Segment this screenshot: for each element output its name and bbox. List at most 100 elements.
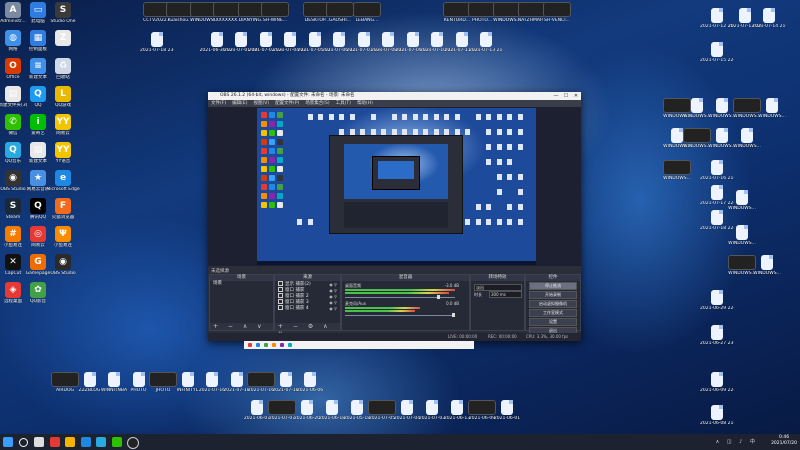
stop-streaming-button[interactable]: 停止推流	[529, 282, 577, 290]
preview-canvas[interactable]	[208, 107, 581, 266]
menu-file[interactable]: 文件(F)	[211, 100, 226, 107]
menu-help[interactable]: 帮助(H)	[357, 100, 373, 107]
taskbar-start-icon[interactable]	[3, 437, 13, 447]
desktop-icon-edge[interactable]: e Microsoft Edge	[46, 170, 80, 192]
maximize-button[interactable]: ☐	[561, 92, 571, 100]
desktop-file-item[interactable]: 2021-07-16 21-44-33...	[700, 160, 734, 181]
desktop-file-item[interactable]: WINDOWS...	[660, 160, 694, 181]
app-icon[interactable]	[272, 343, 276, 347]
source-checkbox[interactable]	[278, 281, 283, 286]
desktop-file-item[interactable]: WINDOWS...	[755, 98, 789, 119]
desktop-icon-yy[interactable]: YY 网易云	[46, 114, 80, 136]
preview-file-icon	[476, 204, 481, 210]
volume-slider-knob[interactable]	[437, 295, 440, 299]
taskbar-edge-icon[interactable]	[81, 437, 91, 447]
desktop-file-item[interactable]: 2021-07-14 21-57-13...	[752, 8, 786, 29]
desktop-file-item[interactable]: WINDOWS...	[730, 128, 764, 149]
menu-tools[interactable]: 工具(T)	[336, 100, 351, 107]
taskbar-obsapp-icon[interactable]	[127, 437, 139, 449]
desktop-file-item[interactable]: WINDOWS...	[750, 255, 784, 276]
desktop-file-item-icon	[280, 372, 292, 387]
app-icon[interactable]	[248, 343, 252, 347]
virtual-camera-button[interactable]: 启动虚拟摄像机	[529, 300, 577, 308]
desktop-file-item[interactable]: 2021-06-29 22-44-12...	[700, 290, 734, 311]
desktop-file-item[interactable]: 2021-07-13 21-18-34...	[469, 32, 503, 53]
desktop-file-item[interactable]: 2021-06-09 22-07-52...	[700, 372, 734, 393]
desktop-file-item-icon	[456, 32, 468, 47]
desktop-thumb-item[interactable]: SH-WINE...	[258, 2, 292, 23]
settings-button[interactable]: 设置	[529, 318, 577, 326]
desktop-icon-yy-icon: YY	[55, 114, 71, 130]
start-recording-button[interactable]: 开始录制	[529, 291, 577, 299]
desktop-file-item-label: 2021-07-14 21-57-13...	[752, 24, 786, 29]
desktop-file-item[interactable]: 2021-06-27 23-04-05...	[700, 325, 734, 346]
desktop-thumb-item[interactable]: SH-VENCI...	[540, 2, 574, 23]
desktop-file-item[interactable]: 2021-06-06	[293, 372, 327, 393]
desktop-file-item-icon	[309, 32, 321, 47]
desktop-file-item-icon	[84, 372, 96, 387]
obs-window[interactable]: OBS 26.1.2 (64-bit, windows) - 配置文件: 未命名…	[208, 92, 581, 341]
desktop-file-item-label: WINDOWS...	[725, 206, 759, 211]
desktop-icon-s2[interactable]: Z	[46, 30, 80, 47]
menu-edit[interactable]: 编辑(E)	[232, 100, 247, 107]
preview-app-icon	[261, 202, 267, 208]
desktop-file-item[interactable]: 2021-06-08 21-55-16...	[700, 405, 734, 426]
mixer-db-desktop: -3.0 dB	[445, 283, 459, 288]
desktop-file-item[interactable]: 2021-07-18 23-17-44...	[140, 32, 174, 53]
app-icon[interactable]	[288, 343, 292, 347]
taskbar-taskview-icon[interactable]	[34, 437, 44, 447]
source-checkbox[interactable]	[278, 299, 283, 304]
sources-toolbar[interactable]: + − ⚙ ∧ ∨	[275, 323, 340, 330]
desktop-icon-studio[interactable]: S Studio One	[46, 2, 80, 24]
desktop-icon-recycle[interactable]: ♻ 回收站	[46, 58, 80, 80]
system-tray[interactable]: ∧ ◫ ♪ 中	[716, 438, 758, 445]
desktop-icon-fox[interactable]: F 火狐浏览器	[46, 198, 80, 220]
minimize-button[interactable]: —	[551, 92, 561, 100]
taskbar-wechatapp-icon[interactable]	[112, 437, 122, 447]
preview-file-icon	[308, 219, 313, 225]
preview-file-icon	[486, 144, 491, 150]
taskbar-search-icon[interactable]	[19, 438, 28, 447]
menu-scene-collection[interactable]: 场景集合(S)	[305, 100, 329, 107]
desktop-icon-app2-icon: Ψ	[55, 226, 71, 242]
studio-mode-button[interactable]: 工作室模式	[529, 309, 577, 317]
clock[interactable]: 0:46 2021/07/20	[771, 435, 797, 447]
volume-slider[interactable]	[345, 315, 455, 316]
scenes-toolbar[interactable]: + − ∧ ∨	[210, 323, 273, 330]
source-checkbox[interactable]	[278, 293, 283, 298]
app-icon[interactable]	[264, 343, 268, 347]
source-checkbox[interactable]	[278, 287, 283, 292]
desktop-icon-app2[interactable]: Ψ 小鱼易连	[46, 226, 80, 248]
preview-file-icon	[423, 114, 428, 120]
desktop-icon-l[interactable]: L QQ游戏	[46, 86, 80, 108]
menu-profile[interactable]: 配置文件(P)	[275, 100, 299, 107]
preview-file-icon	[402, 114, 407, 120]
desktop-icon-ccw[interactable]: ✿ QQ影音	[21, 282, 55, 304]
source-item[interactable]: 窗口 捕获 4 ◉ ⚲	[275, 305, 340, 311]
source-checkbox[interactable]	[278, 305, 283, 310]
preview-app-icon	[277, 193, 283, 199]
duration-input[interactable]: 300 ms	[489, 291, 522, 298]
transition-select[interactable]: 淡出	[474, 284, 522, 291]
volume-slider-knob[interactable]	[452, 313, 455, 317]
preview-app-icon	[261, 112, 267, 118]
taskbar-qqapp-icon[interactable]	[96, 437, 106, 447]
desktop-thumb-item[interactable]: LEBANG...	[350, 2, 384, 23]
desktop-file-item[interactable]: 2021-07-15 22-19-46...	[700, 42, 734, 63]
obs-titlebar[interactable]: OBS 26.1.2 (64-bit, windows) - 配置文件: 未命名…	[208, 92, 581, 100]
desktop-file-item[interactable]: WINDOWS...	[725, 190, 759, 211]
menu-view[interactable]: 视图(V)	[253, 100, 269, 107]
desktop-icon-yy2[interactable]: YY YY语音	[46, 142, 80, 164]
desktop-icon-studio-icon: S	[55, 2, 71, 18]
close-button[interactable]: ✕	[571, 92, 581, 100]
volume-meter	[345, 292, 449, 294]
desktop-file-item[interactable]: 2021-06-01	[490, 400, 524, 421]
app-icon[interactable]	[256, 343, 260, 347]
desktop-icon-obs2[interactable]: ◉ OBS Studio	[46, 254, 80, 276]
app-icon[interactable]	[280, 343, 284, 347]
scene-item[interactable]: 场景	[210, 281, 273, 287]
taskbar-chrome-icon[interactable]	[50, 437, 60, 447]
eye-icon[interactable]: ◉ ⚲	[329, 306, 337, 312]
desktop-file-item[interactable]: WINDOWS...	[725, 225, 759, 246]
taskbar-explorer-icon[interactable]	[65, 437, 75, 447]
